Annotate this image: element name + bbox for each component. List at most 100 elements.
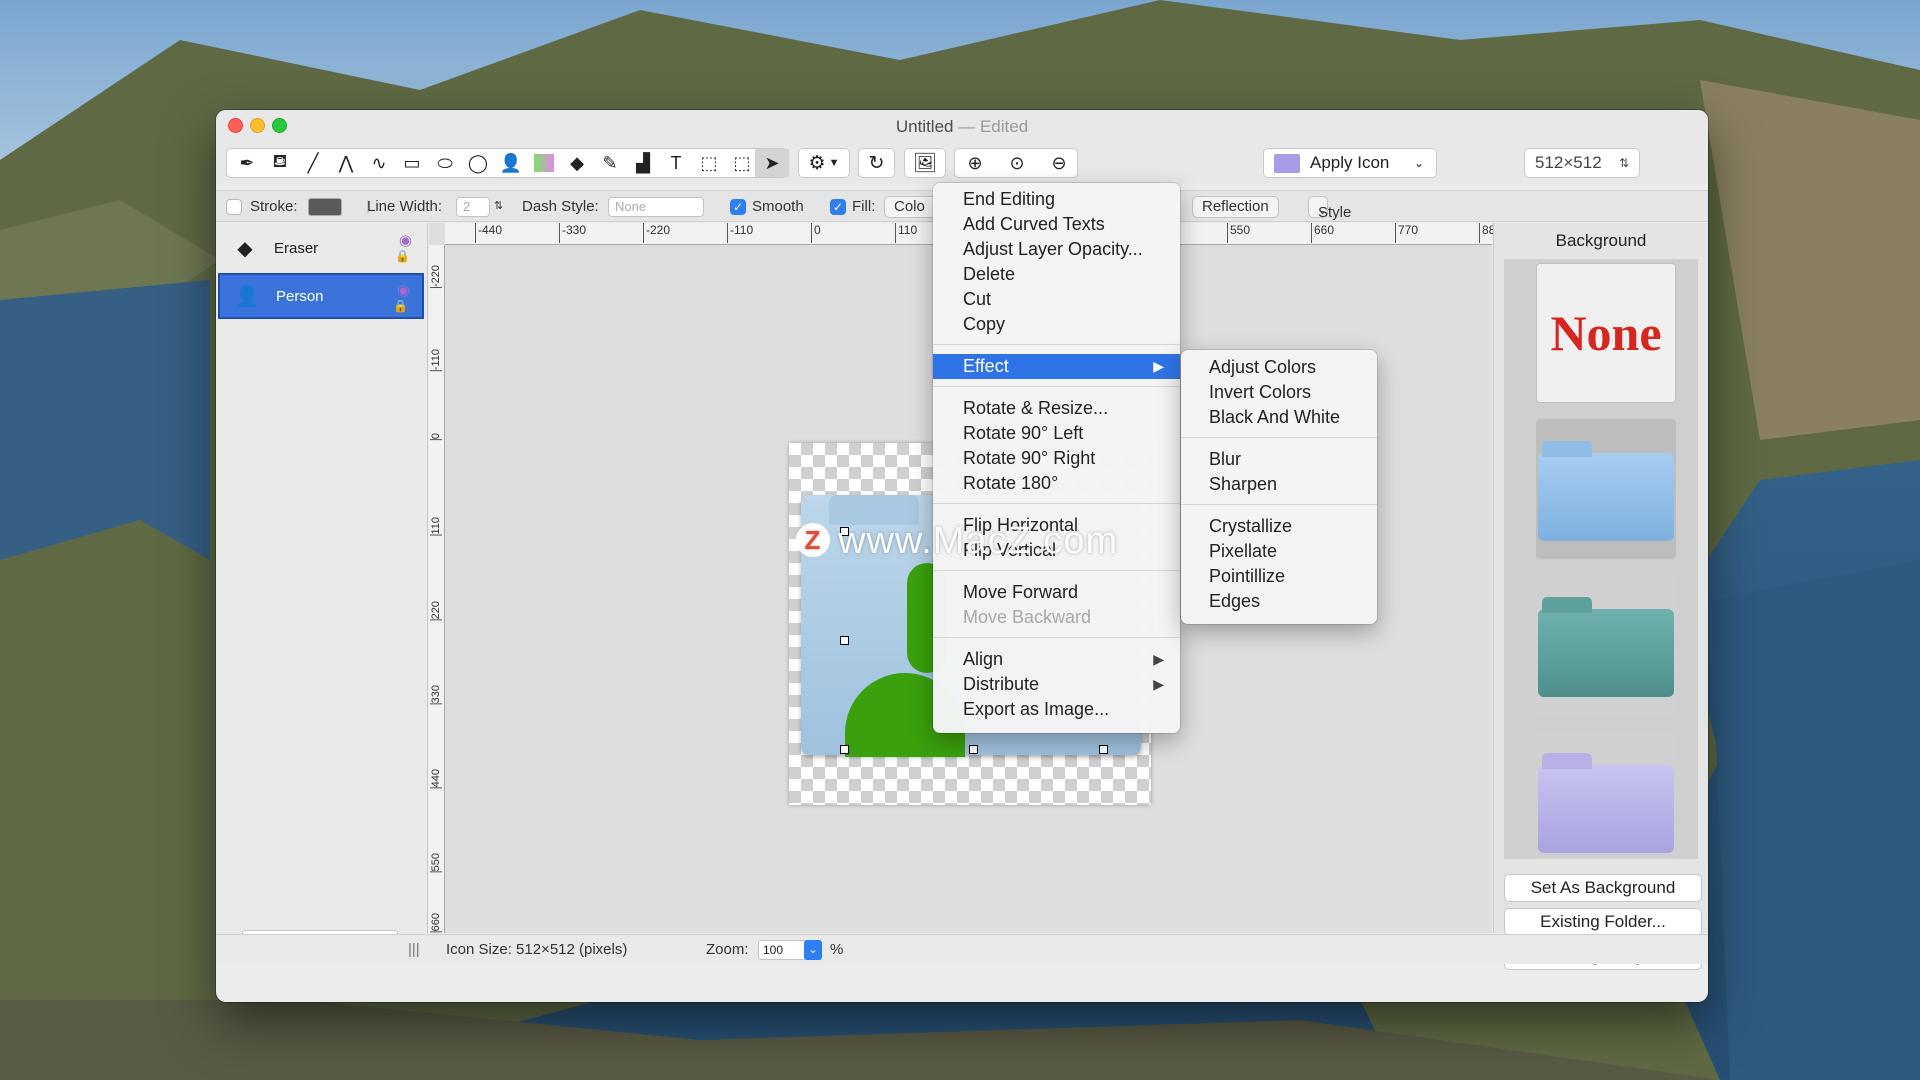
apply-icon-popup[interactable]: Apply Icon ⌄ bbox=[1263, 148, 1437, 178]
ruler-label: -110 bbox=[430, 349, 442, 372]
ruler-label: -110 bbox=[727, 223, 753, 243]
ruler-label: 660 bbox=[430, 913, 442, 933]
menu-item-rotate-resize[interactable]: Rotate & Resize... bbox=[933, 396, 1180, 421]
gear-icon: ⚙ bbox=[808, 152, 826, 174]
menu-item-add-curved-texts[interactable]: Add Curved Texts bbox=[933, 212, 1180, 237]
menu-item-rotate-right[interactable]: Rotate 90° Right bbox=[933, 446, 1180, 471]
selection-handle[interactable] bbox=[840, 636, 849, 645]
menu-item-pixellate[interactable]: Pixellate bbox=[1181, 539, 1377, 564]
stroke-color-well[interactable] bbox=[308, 198, 342, 216]
lock-icon[interactable]: 🔒 bbox=[395, 249, 410, 263]
drawing-tools-group: ✒ ⛾ ╱ ⋀ ∿ ▭ ⬭ ◯ 👤 ◆ ✎ ▟ T ⬚ ⬚ ➤ bbox=[226, 148, 789, 178]
ruler-label: -220 bbox=[430, 265, 442, 289]
ruler-label: 0 bbox=[811, 223, 821, 243]
menu-item-adjust-layer-opacity[interactable]: Adjust Layer Opacity... bbox=[933, 237, 1180, 262]
menu-item-delete[interactable]: Delete bbox=[933, 262, 1180, 287]
eye-icon[interactable]: ◉ bbox=[397, 281, 410, 299]
dash-style-label: Dash Style: bbox=[522, 198, 599, 215]
menu-item-blur[interactable]: Blur bbox=[1181, 447, 1377, 472]
background-teal-folder-tile[interactable] bbox=[1536, 575, 1676, 715]
stepper-icon: ⇅ bbox=[1618, 156, 1629, 170]
menu-item-pointillize[interactable]: Pointillize bbox=[1181, 564, 1377, 589]
menu-item-move-forward[interactable]: Move Forward bbox=[933, 580, 1180, 605]
folder-tab bbox=[1542, 753, 1592, 769]
teal-folder-icon bbox=[1538, 609, 1674, 697]
eraser-icon: ◆ bbox=[237, 237, 253, 260]
background-list[interactable]: None bbox=[1504, 259, 1698, 859]
lock-icon[interactable]: 🔒 bbox=[393, 299, 408, 313]
fill-type-select[interactable]: Colo bbox=[884, 196, 940, 218]
background-none-tile[interactable]: None bbox=[1536, 263, 1676, 403]
zoom-dropdown-button[interactable]: ⌄ bbox=[804, 940, 822, 960]
existing-folder-button[interactable]: Existing Folder... bbox=[1504, 908, 1702, 936]
rotate-button[interactable]: ↻ bbox=[858, 148, 895, 178]
dash-style-select[interactable]: None bbox=[608, 197, 704, 217]
chevron-down-icon: ⌄ bbox=[1413, 156, 1424, 170]
layer-name: Person bbox=[276, 287, 324, 305]
menu-item-cut[interactable]: Cut bbox=[933, 287, 1180, 312]
icon-size-select[interactable]: 512×512 ⇅ bbox=[1524, 148, 1640, 178]
menu-item-export-as-image[interactable]: Export as Image... bbox=[933, 697, 1180, 722]
menu-item-move-backward: Move Backward bbox=[963, 607, 1092, 627]
icon-size-status: Icon Size: 512×512 (pixels) bbox=[446, 941, 628, 958]
ruler-label: 330 bbox=[430, 685, 442, 705]
menu-item-effect[interactable]: Effect ▶ bbox=[933, 354, 1180, 379]
menu-item-copy[interactable]: Copy bbox=[933, 312, 1180, 337]
menu-item-invert-colors[interactable]: Invert Colors bbox=[1181, 380, 1377, 405]
zoom-out-icon[interactable]: ⊖ bbox=[1039, 149, 1079, 177]
menu-separator bbox=[1181, 504, 1377, 505]
menu-item-adjust-colors[interactable]: Adjust Colors bbox=[1181, 355, 1377, 380]
menu-item-edges[interactable]: Edges bbox=[1181, 589, 1377, 614]
watermark-logo: Z bbox=[796, 523, 830, 557]
layer-name: Eraser bbox=[274, 239, 319, 257]
fill-checkbox[interactable]: ✓ bbox=[830, 199, 846, 215]
submenu-arrow-icon: ▶ bbox=[1153, 651, 1164, 667]
line-width-label: Line Width: bbox=[367, 198, 443, 215]
layer-row-person[interactable]: 👤 Person ◉ 🔒 bbox=[218, 273, 424, 319]
title-bar: Untitled — Edited bbox=[216, 110, 1708, 142]
menu-item-end-editing[interactable]: End Editing bbox=[933, 187, 1180, 212]
menu-item-rotate-left[interactable]: Rotate 90° Left bbox=[933, 421, 1180, 446]
background-purple-folder-tile[interactable] bbox=[1536, 731, 1676, 859]
menu-item-distribute-label: Distribute bbox=[963, 674, 1040, 694]
menu-item-align[interactable]: Align ▶ bbox=[933, 647, 1180, 672]
zoom-in-icon[interactable]: ⊕ bbox=[955, 149, 995, 177]
menu-item-distribute[interactable]: Distribute ▶ bbox=[933, 672, 1180, 697]
ruler-label: 550 bbox=[1227, 223, 1250, 243]
submenu-arrow-icon: ▶ bbox=[1153, 358, 1164, 374]
splitter-handle[interactable]: ||| bbox=[408, 941, 420, 958]
background-blue-folder-tile[interactable] bbox=[1536, 419, 1676, 559]
effect-submenu: Adjust Colors Invert Colors Black And Wh… bbox=[1181, 350, 1377, 624]
menu-separator bbox=[933, 637, 1180, 638]
selection-handle[interactable] bbox=[840, 745, 849, 754]
stroke-checkbox[interactable] bbox=[226, 199, 242, 215]
reflection-button[interactable]: Reflection bbox=[1192, 196, 1279, 218]
size-value: 512×512 bbox=[1535, 153, 1602, 172]
arrow-select-icon[interactable]: ➤ bbox=[755, 149, 789, 177]
apply-icon-label: Apply Icon bbox=[1310, 153, 1390, 172]
menu-separator bbox=[933, 503, 1180, 504]
menu-item-rotate-180[interactable]: Rotate 180° bbox=[933, 471, 1180, 496]
layer-row-eraser[interactable]: ◆ Eraser ◉ 🔒 bbox=[218, 225, 424, 271]
line-width-field[interactable]: 2 bbox=[456, 197, 490, 217]
ruler-label: 660 bbox=[1311, 223, 1334, 243]
selection-handle[interactable] bbox=[1099, 745, 1108, 754]
menu-item-black-and-white[interactable]: Black And White bbox=[1181, 405, 1377, 430]
style-select[interactable]: Style ⌄ bbox=[1308, 196, 1351, 221]
smooth-checkbox[interactable]: ✓ bbox=[730, 199, 746, 215]
menu-item-sharpen[interactable]: Sharpen bbox=[1181, 472, 1377, 497]
layers-sidebar: ◆ Eraser ◉ 🔒 👤 Person ◉ 🔒 ︿ ﹀ ✕ bbox=[216, 223, 428, 958]
ruler-label: 0 bbox=[430, 433, 442, 441]
ruler-label: 440 bbox=[430, 769, 442, 789]
gear-menu-button[interactable]: ⚙ ▼ bbox=[798, 148, 850, 178]
set-as-background-button[interactable]: Set As Background bbox=[1504, 874, 1702, 902]
selection-handle[interactable] bbox=[969, 745, 978, 754]
menu-item-crystallize[interactable]: Crystallize bbox=[1181, 514, 1377, 539]
zoom-actual-icon[interactable]: ⊙ bbox=[997, 149, 1037, 177]
line-width-stepper[interactable]: ⇅ bbox=[494, 199, 503, 212]
toolbar: ✒ ⛾ ╱ ⋀ ∿ ▭ ⬭ ◯ 👤 ◆ ✎ ▟ T ⬚ ⬚ ➤ ⚙ ▼ ↻ 🖼 ⊕… bbox=[216, 142, 1708, 184]
image-button[interactable]: 🖼 bbox=[904, 148, 946, 178]
stroke-label: Stroke: bbox=[250, 198, 298, 215]
menu-item-align-label: Align bbox=[963, 649, 1004, 669]
eye-icon[interactable]: ◉ bbox=[399, 231, 412, 249]
